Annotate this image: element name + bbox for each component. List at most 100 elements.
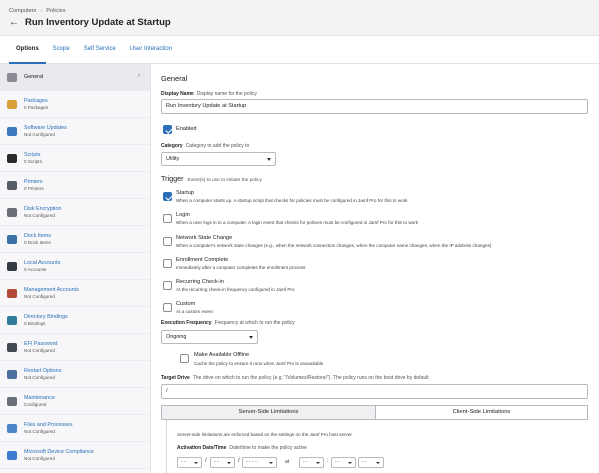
limitations-divider xyxy=(166,420,167,473)
sidebar-item-packages[interactable]: Packages 0 Packages xyxy=(0,91,150,118)
sidebar-item-microsoft-device-compliance[interactable]: Microsoft Device Compliance Not Configure… xyxy=(0,442,150,469)
enabled-checkbox[interactable] xyxy=(163,125,172,134)
sidebar-item-status: Not Configured xyxy=(24,347,55,353)
sidebar-item-label: Microsoft Device Compliance xyxy=(24,448,94,455)
offline-label: Make Available Offline xyxy=(194,352,250,358)
sidebar-item-status: 0 Packages xyxy=(24,104,49,110)
trigger-startup-checkbox[interactable] xyxy=(163,192,172,201)
breadcrumb: Computers › Policies xyxy=(9,8,66,14)
sidebar-item-label: Scripts xyxy=(24,151,41,158)
chevron-down-icon xyxy=(194,462,198,464)
maintenance-icon xyxy=(7,396,17,406)
tab-scope[interactable]: Scope xyxy=(46,36,77,64)
tab-user-interaction[interactable]: User Interaction xyxy=(123,36,179,64)
sidebar-item-label: Files and Processes xyxy=(24,421,73,428)
display-name-input[interactable]: Run Inventory Update at Startup xyxy=(161,99,588,114)
exec-freq-select[interactable]: Ongoing xyxy=(161,330,258,344)
sidebar-item-general[interactable]: General › xyxy=(0,64,150,91)
sidebar-item-maintenance[interactable]: Maintenance Configured xyxy=(0,388,150,415)
trigger-recurring-check-in-checkbox[interactable] xyxy=(163,281,172,290)
offline-checkbox[interactable] xyxy=(180,354,189,363)
main-panel: General Display Name Display name for the… xyxy=(152,64,599,473)
local-account-icon xyxy=(7,261,17,271)
activation-minute-select[interactable]: - - xyxy=(331,457,356,468)
sidebar-item-scripts[interactable]: Scripts 0 Scripts xyxy=(0,145,150,172)
tab-server-side-limitations[interactable]: Server-Side Limitations xyxy=(161,405,376,420)
chevron-down-icon xyxy=(249,336,253,339)
date-slash: / xyxy=(238,458,240,464)
software-update-icon xyxy=(7,126,17,136)
at-label: at xyxy=(285,459,290,465)
trigger-desc: When a user logs in to a computer. A log… xyxy=(176,220,419,225)
trigger-desc: At the recurring check-in frequency conf… xyxy=(176,287,295,292)
sidebar-item-software-updates[interactable]: Software Updates Not Configured xyxy=(0,118,150,145)
trigger-label: Network State Change xyxy=(176,235,233,241)
sidebar-item-label: Software Updates xyxy=(24,124,67,131)
trigger-title: Trigger Event(s) to use to initiate the p… xyxy=(161,174,262,183)
trigger-desc: At a custom event xyxy=(176,309,213,314)
tab-options[interactable]: Options xyxy=(9,36,46,64)
sidebar-item-disk-encryption[interactable]: Disk Encryption Not Configured xyxy=(0,199,150,226)
sidebar-item-efi-password[interactable]: EFI Password Not Configured xyxy=(0,334,150,361)
sidebar-item-dock-items[interactable]: Dock Items 0 Dock Items xyxy=(0,226,150,253)
script-icon xyxy=(7,153,17,163)
chevron-down-icon xyxy=(227,462,231,464)
tab-self-service[interactable]: Self Service xyxy=(77,36,123,64)
directory-icon xyxy=(7,315,17,325)
category-select[interactable]: Utility xyxy=(161,152,276,166)
sidebar-item-status: 0 Dock Items xyxy=(24,239,51,245)
sidebar-item-printers[interactable]: Printers 0 Printers xyxy=(0,172,150,199)
sidebar-item-label: Dock Items xyxy=(24,232,51,239)
trigger-label: Custom xyxy=(176,301,196,307)
sidebar-item-restart-options[interactable]: Restart Options Not Configured xyxy=(0,361,150,388)
sidebar-item-status: 0 Bindings xyxy=(24,320,46,326)
exec-freq-select-value: Ongoing xyxy=(166,334,187,340)
activation-month-select[interactable]: - - xyxy=(177,457,202,468)
sidebar-item-label: Directory Bindings xyxy=(24,313,68,320)
back-arrow-icon[interactable]: ← xyxy=(9,17,19,28)
files-processes-icon xyxy=(7,423,17,433)
sidebar-item-label: EFI Password xyxy=(24,340,58,347)
activation-day-select[interactable]: - - xyxy=(210,457,235,468)
display-name-label: Display Name Display name for the policy xyxy=(161,91,257,97)
microsoft-compliance-icon xyxy=(7,450,17,460)
activation-day-value: - - xyxy=(214,459,219,465)
sidebar-item-status: Not Configured xyxy=(24,131,55,137)
sidebar-item-management-accounts[interactable]: Management Accounts Not Configured xyxy=(0,280,150,307)
sidebar: General › Packages 0 Packages Software Updat… xyxy=(0,64,151,473)
trigger-desc: When a computer starts up. A startup scr… xyxy=(176,198,408,203)
sidebar-item-status: Not Configured xyxy=(24,293,55,299)
sidebar-item-status: Not Configured xyxy=(24,212,55,218)
sidebar-item-label: General xyxy=(24,73,44,80)
breadcrumb-policies[interactable]: Policies xyxy=(46,8,65,14)
sidebar-item-files-and-processes[interactable]: Files and Processes Not Configured xyxy=(0,415,150,442)
sidebar-item-label: Management Accounts xyxy=(24,286,79,293)
server-side-note: Server-side limitations are enforced bas… xyxy=(177,432,352,437)
activation-ampm-select[interactable]: - - xyxy=(358,457,384,468)
display-name-desc: Display name for the policy xyxy=(196,91,257,97)
sidebar-item-label: Local Accounts xyxy=(24,259,61,266)
target-drive-input[interactable]: / xyxy=(161,384,588,399)
trigger-custom-checkbox[interactable] xyxy=(163,303,172,312)
target-drive-label-text: Target Drive xyxy=(161,375,190,381)
sidebar-item-status: 0 Printers xyxy=(24,185,44,191)
activation-hour-select[interactable]: - - xyxy=(299,457,324,468)
trigger-enrollment-complete-checkbox[interactable] xyxy=(163,259,172,268)
target-drive-label: Target Drive The drive on which to run th… xyxy=(161,375,429,381)
exec-freq-desc: Frequency at which to run the policy xyxy=(214,320,295,326)
trigger-login-checkbox[interactable] xyxy=(163,214,172,223)
printer-icon xyxy=(7,180,17,190)
trigger-network-state-change-checkbox[interactable] xyxy=(163,237,172,246)
trigger-desc: Immediately after a computer completes t… xyxy=(176,265,306,270)
tab-client-side-limitations[interactable]: Client-Side Limitations xyxy=(375,405,588,420)
sidebar-item-directory-bindings[interactable]: Directory Bindings 0 Bindings xyxy=(0,307,150,334)
exec-freq-label-text: Execution Frequency xyxy=(161,320,212,326)
efi-icon xyxy=(7,342,17,352)
trigger-label: Startup xyxy=(176,190,195,196)
activation-year-select[interactable]: - - - - xyxy=(242,457,277,468)
restart-icon xyxy=(7,369,17,379)
sidebar-item-status: 0 Accounts xyxy=(24,266,47,272)
chevron-right-icon: › xyxy=(138,73,140,79)
breadcrumb-computers[interactable]: Computers xyxy=(9,8,36,14)
sidebar-item-local-accounts[interactable]: Local Accounts 0 Accounts xyxy=(0,253,150,280)
